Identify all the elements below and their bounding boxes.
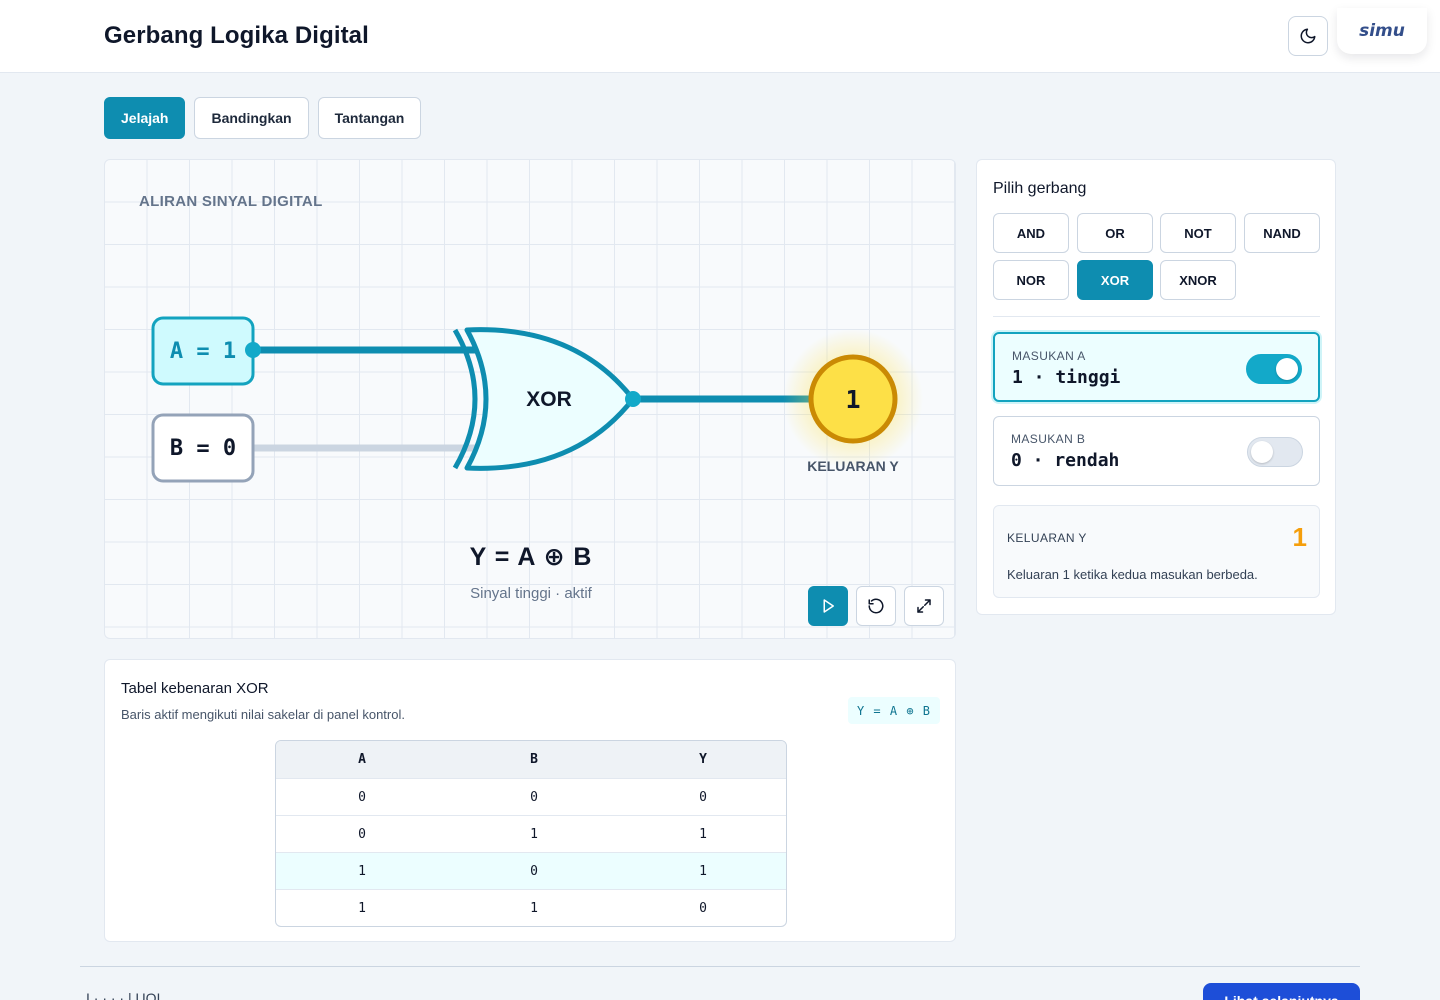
gate-button-xor[interactable]: XOR <box>1077 260 1153 300</box>
truth-table: A B Y 0 0 0 0 1 1 1 0 1 1 1 0 <box>275 740 787 927</box>
input-a-card[interactable]: MASUKAN A 1 · tinggi <box>993 332 1320 402</box>
fullscreen-icon <box>917 599 931 613</box>
theme-toggle-button[interactable] <box>1288 16 1328 56</box>
footer-divider <box>80 966 1360 967</box>
input-a-value: 1 · tinggi <box>1012 367 1121 388</box>
toggle-knob <box>1251 441 1273 463</box>
top-bar: Gerbang Logika Digital simu <box>0 0 1440 73</box>
gate-button-or[interactable]: OR <box>1077 213 1153 253</box>
output-card: KELUARAN Y 1 Keluaran 1 ketika kedua mas… <box>993 505 1320 598</box>
control-panel: Pilih gerbang AND OR NOT NAND NOR XOR XN… <box>976 159 1336 615</box>
input-b-label: B = 0 <box>170 436 236 461</box>
table-cell: 1 <box>530 900 538 916</box>
table-cell: 1 <box>699 826 707 842</box>
table-cell: 1 <box>358 900 366 916</box>
table-row: 0 0 0 <box>276 778 786 815</box>
input-b-card[interactable]: MASUKAN B 0 · rendah <box>993 416 1320 486</box>
gate-button-nand[interactable]: NAND <box>1244 213 1320 253</box>
table-cell: 0 <box>530 863 538 879</box>
gate-button-xnor[interactable]: XNOR <box>1160 260 1236 300</box>
tab-bandingkan[interactable]: Bandingkan <box>194 97 309 139</box>
gate-output-node <box>625 391 641 407</box>
table-header-row: A B Y <box>276 741 786 778</box>
panel-title: Pilih gerbang <box>993 180 1087 197</box>
table-cell: 1 <box>358 863 366 879</box>
output-description: Keluaran 1 ketika kedua masukan berbeda. <box>1007 567 1258 582</box>
table-row: 0 1 1 <box>276 815 786 852</box>
table-cell: 1 <box>699 863 707 879</box>
table-row-active: 1 0 1 <box>276 852 786 889</box>
table-cell: 1 <box>530 826 538 842</box>
equation: Y = A ⊕ B <box>469 543 593 571</box>
table-cell: 0 <box>358 826 366 842</box>
reset-icon <box>868 598 884 614</box>
table-cell: 0 <box>358 789 366 805</box>
table-row: 1 1 0 <box>276 889 786 926</box>
brand-logo[interactable]: simu <box>1337 8 1427 54</box>
output-title: KELUARAN Y <box>1007 531 1087 545</box>
mode-tabs: Jelajah Bandingkan Tantangan <box>104 97 422 139</box>
truth-table-title: Tabel kebenaran XOR <box>121 680 269 697</box>
truth-table-card: Tabel kebenaran XOR Baris aktif mengikut… <box>104 659 956 942</box>
table-cell: 0 <box>530 789 538 805</box>
input-b-value: 0 · rendah <box>1011 450 1120 471</box>
toggle-knob <box>1276 358 1298 380</box>
gate-label: XOR <box>526 388 572 411</box>
play-button[interactable] <box>808 586 848 626</box>
footer-text: I · · · · | UOI <box>86 990 161 1000</box>
formula-badge: Y = A ⊕ B <box>848 697 940 724</box>
column-header-b: B <box>530 752 538 767</box>
moon-icon <box>1300 28 1316 44</box>
input-b-title: MASUKAN B <box>1011 432 1086 446</box>
input-b-toggle[interactable] <box>1247 437 1303 467</box>
gate-button-not[interactable]: NOT <box>1160 213 1236 253</box>
play-icon <box>823 599 834 613</box>
page-title: Gerbang Logika Digital <box>104 22 369 49</box>
simulation-canvas: ALIRAN SINYAL DIGITAL A = 1 B = 0 XOR 1 … <box>104 159 956 639</box>
table-cell: 0 <box>699 789 707 805</box>
gate-button-and[interactable]: AND <box>993 213 1069 253</box>
table-cell: 0 <box>699 900 707 916</box>
output-lamp-value: 1 <box>845 385 860 414</box>
input-a-label: A = 1 <box>170 339 236 364</box>
gate-button-nor[interactable]: NOR <box>993 260 1069 300</box>
output-label: KELUARAN Y <box>807 458 899 474</box>
tab-tantangan[interactable]: Tantangan <box>317 97 422 139</box>
column-header-a: A <box>358 752 366 767</box>
output-value: 1 <box>1292 522 1307 552</box>
truth-table-subtitle: Baris aktif mengikuti nilai sakelar di p… <box>121 707 405 722</box>
input-a-toggle[interactable] <box>1246 354 1302 384</box>
fullscreen-button[interactable] <box>904 586 944 626</box>
brand-wordmark: simu <box>1359 21 1405 41</box>
reset-button[interactable] <box>856 586 896 626</box>
input-a-node <box>245 342 261 358</box>
panel-divider <box>993 316 1320 317</box>
column-header-y: Y <box>699 752 707 767</box>
tab-jelajah[interactable]: Jelajah <box>104 97 186 139</box>
input-a-title: MASUKAN A <box>1012 349 1086 363</box>
next-button[interactable]: Lihat selanjutnya <box>1203 983 1360 1000</box>
